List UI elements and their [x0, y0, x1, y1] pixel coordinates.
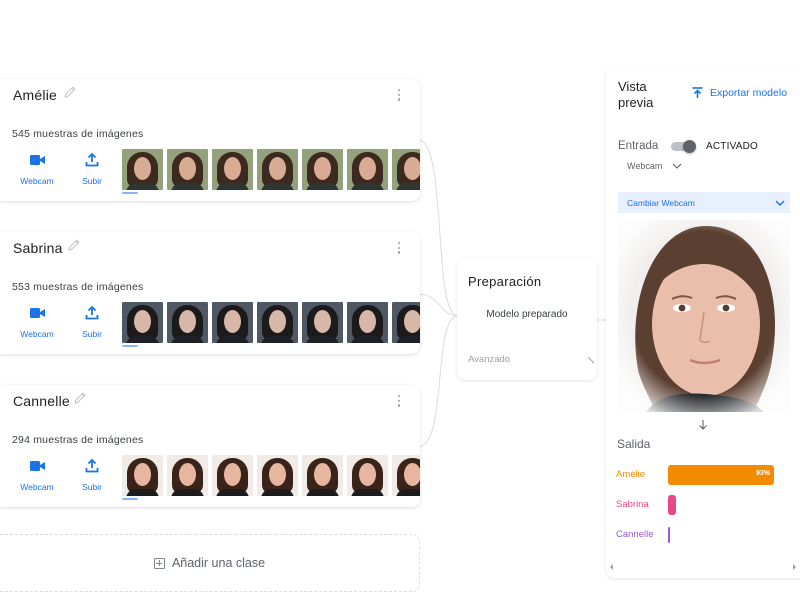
sample-thumbnail[interactable]	[257, 149, 298, 190]
add-box-icon	[153, 557, 165, 569]
camera-select[interactable]: Webcam	[627, 161, 682, 171]
add-class-button[interactable]: Añadir una clase	[0, 534, 420, 592]
sample-thumbnails	[122, 149, 420, 191]
train-model-button[interactable]: Modelo preparado	[465, 304, 589, 326]
training-title: Preparación	[468, 274, 542, 289]
export-model-button[interactable]: Exportar modelo	[692, 87, 787, 99]
webcam-label: Webcam	[20, 482, 54, 492]
sample-thumbnail[interactable]	[392, 455, 420, 496]
edit-pencil-icon[interactable]	[73, 391, 87, 405]
camera-select-value: Webcam	[627, 161, 663, 171]
upload-icon	[85, 153, 99, 167]
input-toggle[interactable]	[671, 140, 697, 153]
result-row: Amélie 93%	[616, 465, 800, 485]
sample-thumbnail[interactable]	[302, 455, 343, 496]
webcam-button[interactable]: Webcam	[15, 153, 59, 189]
sample-thumbnail[interactable]	[392, 149, 420, 190]
webcam-label: Webcam	[20, 176, 54, 186]
sample-thumbnail[interactable]	[347, 149, 388, 190]
edit-pencil-icon[interactable]	[63, 85, 77, 99]
confidence-fill	[668, 527, 670, 543]
upload-button[interactable]: Subir	[70, 153, 114, 189]
sample-thumbnail[interactable]	[212, 455, 253, 496]
upload-button[interactable]: Subir	[70, 306, 114, 342]
sample-thumbnail[interactable]	[212, 149, 253, 190]
output-label: Salida	[617, 437, 651, 451]
add-class-label: Añadir una clase	[171, 556, 266, 570]
more-vert-icon[interactable]	[396, 242, 402, 256]
webcam-preview	[618, 220, 790, 412]
sample-count: 553 muestras de imágenes	[12, 281, 144, 293]
sample-thumbnail[interactable]	[347, 455, 388, 496]
webcam-button[interactable]: Webcam	[15, 459, 59, 495]
webcam-label: Webcam	[20, 329, 54, 339]
export-upload-icon	[692, 87, 703, 98]
class-name[interactable]: Sabrina	[13, 240, 63, 256]
preview-panel: Vista previa Exportar modelo Entrada ACT…	[606, 68, 800, 578]
sample-thumbnail[interactable]	[167, 302, 208, 343]
sample-thumbnail[interactable]	[122, 149, 163, 190]
confidence-percent: 93%	[756, 470, 771, 477]
sample-thumbnail[interactable]	[122, 302, 163, 343]
sample-thumbnail[interactable]	[212, 302, 253, 343]
arrow-down-icon	[699, 420, 707, 430]
switch-webcam-label: Cambiar Webcam	[627, 197, 695, 208]
more-vert-icon[interactable]	[396, 395, 402, 409]
sample-thumbnail[interactable]	[347, 302, 388, 343]
sample-thumbnail[interactable]	[392, 302, 420, 343]
class-card-2: Sabrina 553 muestras de imágenes Webcam …	[0, 232, 420, 354]
confidence-bar	[668, 495, 782, 515]
export-label: Exportar modelo	[710, 87, 788, 99]
confidence-bar: 93%	[668, 465, 782, 485]
training-panel: Preparación Modelo preparado Avanzado	[457, 258, 597, 380]
thumbnail-scroll-indicator	[122, 498, 138, 500]
upload-label: Subir	[82, 482, 102, 492]
sample-thumbnail[interactable]	[302, 149, 343, 190]
switch-webcam-dropdown[interactable]: Cambiar Webcam	[618, 192, 790, 213]
sample-count: 294 muestras de imágenes	[12, 434, 144, 446]
upload-button[interactable]: Subir	[70, 459, 114, 495]
chevron-down-icon	[775, 200, 785, 206]
chevron-down-icon	[672, 163, 682, 169]
horizontal-scrollbar[interactable]	[606, 562, 800, 572]
input-label: Entrada	[618, 140, 659, 152]
videocam-icon	[29, 155, 45, 165]
sample-thumbnail[interactable]	[257, 455, 298, 496]
sample-thumbnail[interactable]	[167, 149, 208, 190]
edit-pencil-icon[interactable]	[67, 238, 81, 252]
sample-thumbnails	[122, 302, 420, 344]
class-card-3: Cannelle 294 muestras de imágenes Webcam…	[0, 385, 420, 507]
sample-thumbnail[interactable]	[167, 455, 208, 496]
upload-label: Subir	[82, 176, 102, 186]
toggle-state-label: ACTIVADO	[706, 141, 758, 152]
videocam-icon	[29, 461, 45, 471]
preview-title: Vista previa	[618, 79, 654, 110]
result-row: Sabrina	[616, 495, 800, 515]
sample-thumbnail[interactable]	[122, 455, 163, 496]
result-class-name: Cannelle	[616, 529, 654, 540]
sample-thumbnail[interactable]	[302, 302, 343, 343]
confidence-bar	[668, 525, 782, 545]
class-card-1: Amélie 545 muestras de imágenes Webcam S…	[0, 79, 420, 201]
more-vert-icon[interactable]	[396, 89, 402, 103]
videocam-icon	[29, 308, 45, 318]
confidence-fill: 93%	[668, 465, 775, 485]
confidence-fill	[668, 495, 676, 515]
advanced-toggle[interactable]: Avanzado	[468, 354, 510, 365]
thumbnail-scroll-indicator	[122, 345, 138, 347]
upload-icon	[85, 459, 99, 473]
sample-thumbnail[interactable]	[257, 302, 298, 343]
sample-count: 545 muestras de imágenes	[12, 128, 144, 140]
sample-thumbnails	[122, 455, 420, 497]
result-class-name: Sabrina	[616, 499, 649, 510]
webcam-button[interactable]: Webcam	[15, 306, 59, 342]
class-name[interactable]: Cannelle	[13, 393, 70, 409]
result-row: Cannelle	[616, 525, 800, 545]
result-class-name: Amélie	[616, 469, 646, 480]
upload-label: Subir	[82, 329, 102, 339]
thumbnail-scroll-indicator	[122, 192, 138, 194]
class-name[interactable]: Amélie	[13, 87, 57, 103]
chevron-down-icon[interactable]	[587, 356, 595, 364]
upload-icon	[85, 306, 99, 320]
